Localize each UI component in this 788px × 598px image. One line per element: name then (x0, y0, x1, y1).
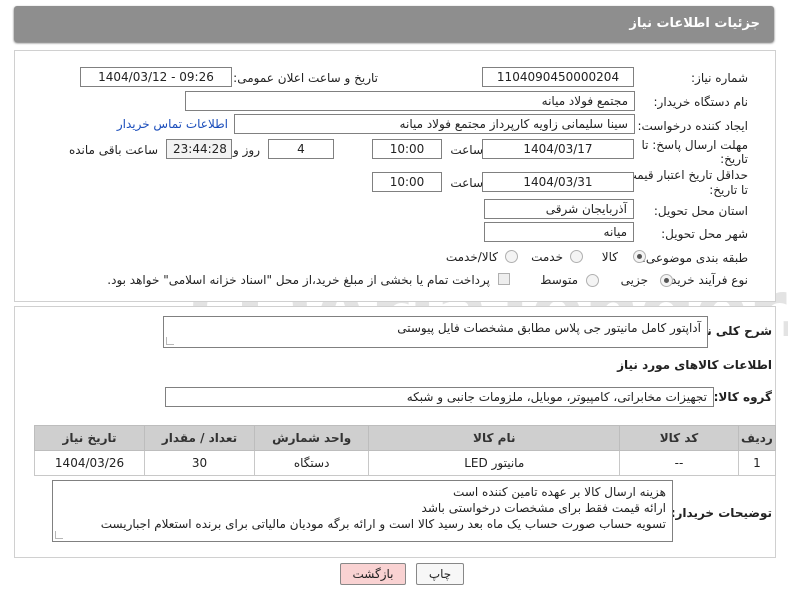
validity-date-field: 1404/03/31 (482, 172, 634, 192)
page-title: جزئیات اطلاعات نیاز (629, 16, 760, 31)
process-radio-medium[interactable] (586, 274, 599, 287)
goods-group-field: تجهیزات مخابراتی، کامپیوتر، موبایل، ملزو… (165, 387, 714, 407)
buyer-org-label: نام دستگاه خریدار: (653, 95, 749, 109)
notes-line: تسویه حساب صورت حساب یک ماه بعد رسید کال… (100, 517, 666, 531)
notes-line: هزینه ارسال کالا بر عهده تامین کننده است (453, 485, 666, 499)
validity-label-2: تا تاریخ: (709, 183, 748, 197)
process-radio-minor[interactable] (660, 274, 673, 287)
table-row: 1 -- مانیتور LED دستگاه 30 1404/03/26 (33, 450, 777, 476)
cell-code: -- (619, 450, 739, 476)
province-field: آذربایجان شرقی (484, 199, 634, 219)
payment-note: پرداخت تمام یا بخشی از مبلغ خرید،از محل … (107, 273, 490, 287)
need-number-field: 1104090450000204 (482, 67, 634, 87)
cell-quantity: 30 (144, 450, 256, 476)
goods-section-title: اطلاعات کالاهای مورد نیاز (617, 358, 772, 372)
province-label: استان محل تحویل: (653, 204, 748, 218)
creator-field: سینا سلیمانی زاویه کارپرداز مجتمع فولاد … (234, 114, 635, 134)
category-option-goods-service: کالا/خدمت (445, 250, 498, 264)
col-code: کد کالا (619, 425, 739, 451)
days-label: روز و (233, 143, 260, 157)
cell-date: 1404/03/26 (33, 450, 146, 476)
notes-label: توضیحات خریدار: (670, 506, 772, 520)
goods-group-label: گروه کالا: (713, 390, 772, 404)
category-option-service: خدمت (531, 250, 563, 264)
col-name: نام کالا (368, 425, 621, 451)
col-unit: واحد شمارش (254, 425, 370, 451)
col-date: تاریخ نیاز (33, 425, 146, 451)
treasury-checkbox[interactable] (498, 273, 510, 285)
category-option-goods: کالا (601, 250, 618, 264)
process-option-minor: جزیی (620, 273, 648, 287)
cell-row: 1 (737, 450, 777, 476)
deadline-time-field: 10:00 (372, 139, 442, 159)
deadline-date-field: 1404/03/17 (482, 139, 634, 159)
category-label: طبقه بندی موضوعی: (641, 251, 748, 265)
col-quantity: تعداد / مقدار (144, 425, 256, 451)
buyer-org-field: مجتمع فولاد میانه (185, 91, 635, 111)
announce-field: 1404/03/12 - 09:26 (80, 67, 232, 87)
category-radio-goods[interactable] (633, 250, 646, 263)
remaining-time-field: 23:44:28 (166, 139, 232, 159)
summary-text: آداپتور کامل مانیتور جی پلاس مطابق مشخصا… (397, 321, 701, 335)
process-label: نوع فرآیند خرید : (663, 273, 748, 287)
goods-table-header-row: ردیف کد کالا نام کالا واحد شمارش تعداد /… (33, 425, 777, 451)
buyer-contact-link[interactable]: اطلاعات تماس خریدار (117, 117, 228, 131)
goods-table: ردیف کد کالا نام کالا واحد شمارش تعداد /… (33, 425, 777, 476)
notes-textarea: هزینه ارسال کالا بر عهده تامین کننده است… (52, 480, 673, 542)
category-radio-service[interactable] (570, 250, 583, 263)
announce-label: تاریخ و ساعت اعلان عمومی: (233, 71, 378, 85)
city-field: میانه (484, 222, 634, 242)
validity-time-label: ساعت (450, 176, 483, 190)
remaining-label: ساعت باقی مانده (68, 143, 158, 157)
validity-time-field: 10:00 (372, 172, 442, 192)
need-number-label: شماره نیاز: (691, 71, 748, 85)
resize-grip-icon[interactable] (166, 337, 174, 345)
resize-grip-icon[interactable] (55, 531, 63, 539)
col-row: ردیف (737, 425, 777, 451)
city-label: شهر محل تحویل: (661, 227, 748, 241)
notes-line: ارائه قیمت فقط برای مشخصات درخواستی باشد (421, 501, 666, 515)
summary-textarea: آداپتور کامل مانیتور جی پلاس مطابق مشخصا… (163, 316, 708, 348)
days-field: 4 (268, 139, 334, 159)
page-header: جزئیات اطلاعات نیاز (14, 6, 774, 42)
back-button[interactable]: بازگشت (340, 563, 406, 585)
category-radio-goods-service[interactable] (505, 250, 518, 263)
deadline-label-1: مهلت ارسال پاسخ: تا (641, 138, 748, 152)
deadline-label-2: تاریخ: (720, 152, 748, 166)
print-button[interactable]: چاپ (416, 563, 464, 585)
process-option-medium: متوسط (540, 273, 578, 287)
cell-name: مانیتور LED (368, 450, 621, 476)
validity-label-1: حداقل تاریخ اعتبار قیمت: (621, 168, 748, 182)
deadline-time-label: ساعت (450, 143, 483, 157)
creator-label: ایجاد کننده درخواست: (637, 119, 748, 133)
cell-unit: دستگاه (254, 450, 370, 476)
